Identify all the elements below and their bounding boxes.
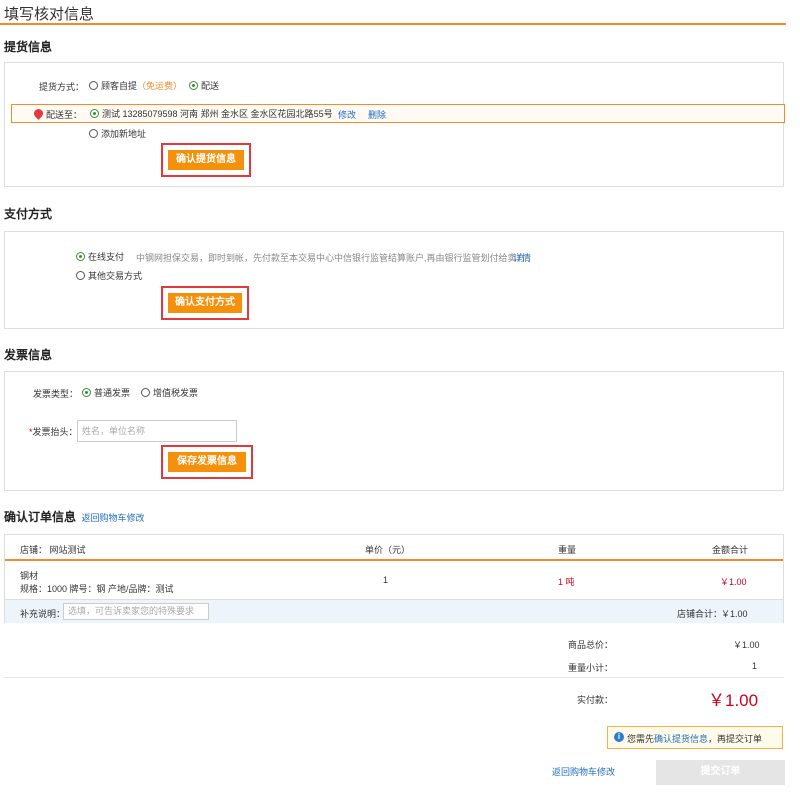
item-spec: 规格：1000 牌号：钢 产地/品牌：测试 bbox=[20, 584, 174, 594]
invoice-header-label-group: *发票抬头： bbox=[29, 425, 78, 438]
note-label: 补充说明： bbox=[20, 609, 66, 619]
summary-divider bbox=[4, 677, 784, 678]
self-pickup-option[interactable]: 顾客自提（免运费） bbox=[89, 79, 182, 92]
weight-subtotal-label: 重量小计： bbox=[568, 663, 614, 673]
column-shop: 店铺： 网站测试 bbox=[20, 545, 86, 555]
edit-address-link[interactable]: 修改 bbox=[338, 108, 356, 121]
online-payment-description: 中钢网担保交易，即时到帐，先付款至本交易中心中信银行监管结算账户,再由银行监管划… bbox=[136, 253, 526, 263]
submit-order-button[interactable]: 提交订单 bbox=[656, 760, 785, 785]
free-shipping-note: （免运费） bbox=[137, 81, 183, 91]
item-price: 1 bbox=[383, 575, 389, 585]
item-weight: 1 吨 bbox=[558, 577, 575, 587]
confirm-delivery-highlight: 确认提货信息 bbox=[161, 143, 251, 177]
back-to-cart-link[interactable]: 返回购物车修改 bbox=[82, 513, 145, 523]
info-icon: i bbox=[614, 732, 624, 742]
order-table: 店铺： 网站测试 单价（元） 重量 金额合计 钢材 规格：1000 牌号：钢 产… bbox=[4, 534, 784, 623]
pay-amount-label: 实付款： bbox=[577, 695, 614, 705]
note-row: 补充说明： 选填，可告诉卖家您的特殊要求 店铺合计： ￥1.00 bbox=[5, 599, 783, 623]
column-price: 单价（元） bbox=[365, 545, 411, 555]
address-row[interactable]: 配送至： 测试 13285079598 河南 郑州 金水区 金水区花园北路55号… bbox=[11, 104, 785, 123]
address-text: 测试 13285079598 河南 郑州 金水区 金水区花园北路55号 bbox=[102, 109, 333, 119]
weight-subtotal-value: 1 bbox=[752, 661, 758, 671]
page-title: 填写核对信息 bbox=[4, 6, 95, 23]
item-total: ￥1.00 bbox=[720, 577, 747, 587]
ship-label: 配送 bbox=[201, 81, 220, 91]
goods-total-label: 商品总价： bbox=[568, 640, 614, 650]
add-address-label: 添加新地址 bbox=[101, 129, 147, 139]
confirm-payment-button[interactable]: 确认支付方式 bbox=[168, 293, 242, 313]
shop-total-value: ￥1.00 bbox=[721, 609, 748, 619]
confirm-delivery-button[interactable]: 确认提货信息 bbox=[168, 150, 244, 170]
delivery-method-label: 提货方式： bbox=[39, 82, 85, 92]
normal-invoice-option[interactable]: 普通发票 bbox=[82, 386, 130, 399]
payment-section-title: 支付方式 bbox=[4, 207, 53, 221]
note-input[interactable]: 选填，可告诉卖家您的特殊要求 bbox=[63, 603, 209, 620]
invoice-header-label: 发票抬头： bbox=[32, 427, 78, 437]
radio-checked-icon[interactable] bbox=[90, 109, 99, 118]
ship-option[interactable]: 配送 bbox=[189, 79, 219, 92]
payment-detail-link[interactable]: 详情 bbox=[513, 251, 531, 264]
add-address-option[interactable]: 添加新地址 bbox=[89, 127, 146, 140]
invoice-type-label: 发票类型： bbox=[33, 389, 79, 399]
invoice-header-input[interactable]: 姓名，单位名称 bbox=[77, 420, 237, 442]
order-table-header: 店铺： 网站测试 单价（元） 重量 金额合计 bbox=[5, 535, 783, 561]
other-payment-label: 其他交易方式 bbox=[88, 271, 143, 281]
payment-panel: 在线支付 中钢网担保交易，即时到帐，先付款至本交易中心中信银行监管结算账户,再由… bbox=[4, 231, 784, 329]
notice-suffix: ，再提交订单 bbox=[708, 734, 763, 744]
notice-prefix: 您需先 bbox=[627, 734, 655, 744]
vat-invoice-option[interactable]: 增值税发票 bbox=[141, 386, 198, 399]
other-payment-option[interactable]: 其他交易方式 bbox=[76, 269, 142, 282]
radio-icon[interactable] bbox=[89, 81, 98, 90]
save-invoice-button[interactable]: 保存发票信息 bbox=[168, 452, 246, 472]
column-total: 金额合计 bbox=[712, 545, 749, 555]
normal-invoice-label: 普通发票 bbox=[94, 388, 131, 398]
radio-checked-icon[interactable] bbox=[82, 388, 91, 397]
order-section-title: 确认订单信息 bbox=[4, 510, 77, 524]
notice-confirm-link[interactable]: 确认提货信息 bbox=[654, 734, 708, 744]
invoice-panel: 发票类型： 普通发票 增值税发票 *发票抬头： 姓名，单位名称 保存发票信息 bbox=[4, 371, 784, 491]
location-pin-icon bbox=[32, 107, 45, 120]
notice-text: 您需先确认提货信息，再提交订单 bbox=[627, 732, 762, 745]
submit-notice: i 您需先确认提货信息，再提交订单 bbox=[607, 726, 783, 749]
online-payment-option[interactable]: 在线支付 bbox=[76, 250, 124, 263]
save-invoice-highlight: 保存发票信息 bbox=[161, 445, 253, 479]
radio-icon[interactable] bbox=[89, 129, 98, 138]
self-pickup-label: 顾客自提 bbox=[101, 81, 138, 91]
item-name: 钢材 bbox=[20, 571, 39, 581]
order-title-group: 确认订单信息 返回购物车修改 bbox=[4, 508, 145, 525]
radio-checked-icon[interactable] bbox=[76, 252, 85, 261]
delivery-panel: 提货方式： 顾客自提（免运费） 配送 配送至： 测试 13285079598 河… bbox=[4, 62, 785, 187]
title-divider bbox=[0, 23, 786, 25]
delete-address-link[interactable]: 删除 bbox=[368, 108, 386, 121]
vat-invoice-label: 增值税发票 bbox=[153, 388, 199, 398]
address-option[interactable]: 测试 13285079598 河南 郑州 金水区 金水区花园北路55号 bbox=[90, 107, 333, 120]
radio-icon[interactable] bbox=[76, 271, 85, 280]
shop-total-label: 店铺合计： bbox=[677, 609, 723, 619]
column-weight: 重量 bbox=[558, 545, 577, 555]
goods-total-value: ￥1.00 bbox=[733, 640, 760, 650]
online-payment-label: 在线支付 bbox=[88, 252, 125, 262]
delivery-section-title: 提货信息 bbox=[4, 40, 53, 54]
radio-checked-icon[interactable] bbox=[189, 81, 198, 90]
radio-icon[interactable] bbox=[141, 388, 150, 397]
confirm-payment-highlight: 确认支付方式 bbox=[161, 286, 249, 320]
invoice-section-title: 发票信息 bbox=[4, 348, 53, 362]
pay-amount-value: ￥1.00 bbox=[708, 691, 759, 710]
footer-back-to-cart-link[interactable]: 返回购物车修改 bbox=[552, 765, 615, 778]
table-row: 钢材 规格：1000 牌号：钢 产地/品牌：测试 1 1 吨 ￥1.00 bbox=[5, 563, 783, 599]
ship-to-label: 配送至： bbox=[46, 110, 83, 120]
